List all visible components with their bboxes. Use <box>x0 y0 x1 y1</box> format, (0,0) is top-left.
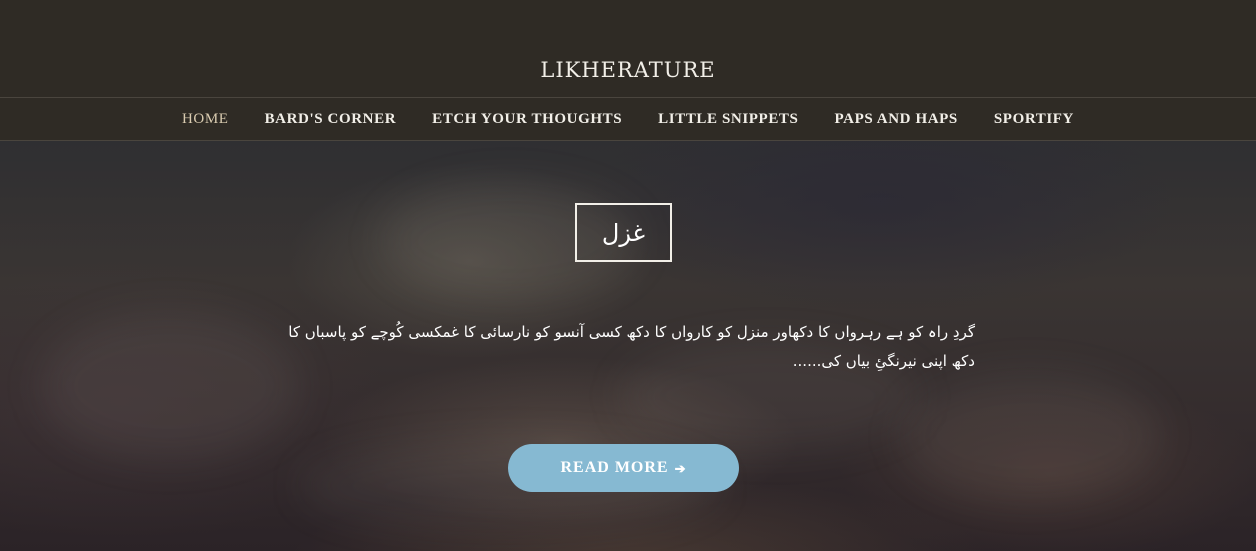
cloud-shape <box>40 311 300 461</box>
nav-item-bards-corner[interactable]: BARD'S CORNER <box>265 111 397 128</box>
main-nav: HOME BARD'S CORNER ETCH YOUR THOUGHTS LI… <box>0 98 1256 140</box>
site-title[interactable]: LIKHERATURE <box>0 58 1256 82</box>
nav-item-little-snippets[interactable]: LITTLE SNIPPETS <box>658 111 798 128</box>
post-category-badge[interactable]: غزل <box>575 203 672 262</box>
nav-item-home[interactable]: HOME <box>182 111 229 128</box>
nav-item-etch-your-thoughts[interactable]: ETCH YOUR THOUGHTS <box>432 111 622 128</box>
read-more-button[interactable]: READ MORE ➔ <box>508 444 739 492</box>
nav-item-sportify[interactable]: SPORTIFY <box>994 111 1074 128</box>
arrow-right-icon: ➔ <box>674 460 687 476</box>
read-more-label: READ MORE <box>560 459 669 476</box>
site-header: LIKHERATURE HOME BARD'S CORNER ETCH YOUR… <box>0 0 1256 141</box>
cloud-shape <box>900 371 1160 501</box>
nav-item-paps-and-haps[interactable]: PAPS AND HAPS <box>834 111 957 128</box>
post-excerpt: گردِ راہ کو ہے رہرواں کا دکھاور منزل کو … <box>288 323 975 370</box>
